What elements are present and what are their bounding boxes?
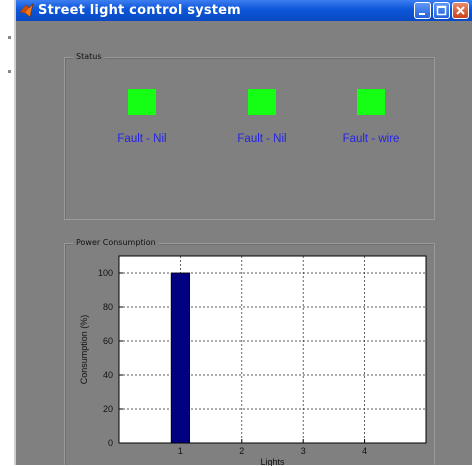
x-tick-label: 4	[362, 446, 367, 456]
y-tick-label: 60	[103, 336, 113, 346]
consumption-chart: 0204060801001 2 3 4LightsConsumption (%)	[79, 255, 427, 466]
fault-label-3: Fault - wire	[342, 133, 400, 145]
maximize-button[interactable]	[433, 2, 450, 19]
status-indicator-2	[248, 89, 276, 115]
y-axis-label: Consumption (%)	[79, 315, 89, 385]
close-icon	[456, 6, 465, 15]
x-tick-label: 1	[178, 446, 183, 456]
status-panel-title: Status	[73, 51, 105, 63]
maximize-icon	[436, 5, 447, 16]
status-indicator-1	[128, 89, 156, 115]
matlab-figure-icon	[19, 3, 34, 18]
background-mark	[8, 70, 11, 73]
x-tick-label: 3	[301, 446, 306, 456]
title-bar[interactable]: Street light control system	[16, 0, 472, 21]
y-tick-label: 40	[103, 370, 113, 380]
background-mark	[8, 36, 11, 39]
status-panel: Status Fault - Nil Fault - Nil Fault - w…	[64, 51, 435, 220]
y-tick-label: 100	[98, 268, 113, 278]
window-title: Street light control system	[38, 3, 241, 18]
plot-area	[119, 256, 426, 443]
y-tick-label: 0	[108, 438, 113, 448]
y-tick-label: 80	[103, 302, 113, 312]
y-tick-label: 20	[103, 404, 113, 414]
power-consumption-panel: Power Consumption 0 20 40 60 80 100 1 2 3 4 Lights…	[64, 237, 435, 466]
background-strip	[0, 0, 14, 465]
status-indicator-3	[357, 89, 385, 115]
minimize-button[interactable]	[414, 2, 431, 19]
app-window: Street light control system Status Fault…	[14, 0, 472, 466]
consumption-bar	[170, 272, 191, 444]
fault-label-2: Fault - Nil	[237, 133, 287, 145]
close-button[interactable]	[452, 2, 469, 19]
x-tick-label: 2	[239, 446, 244, 456]
minimize-icon	[419, 13, 425, 15]
fault-label-1: Fault - Nil	[117, 133, 167, 145]
